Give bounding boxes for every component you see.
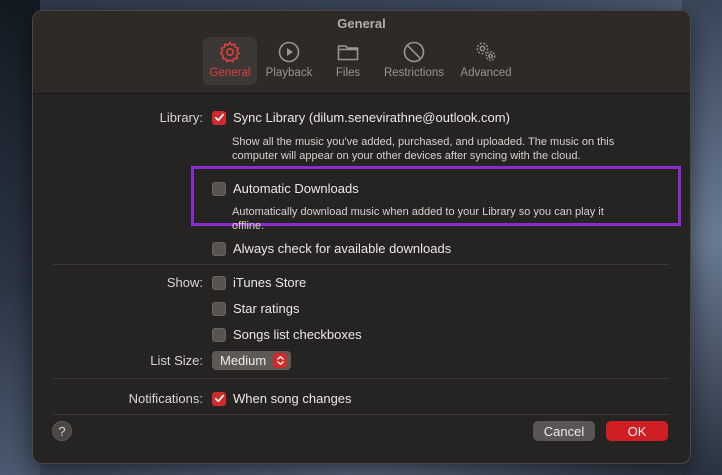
tab-files[interactable]: Files	[325, 37, 371, 85]
tab-label: Files	[335, 67, 361, 79]
notifications-label: Notifications:	[128, 391, 203, 406]
tab-playback[interactable]: Playback	[261, 37, 317, 85]
separator	[53, 414, 669, 415]
sync-library-description: Show all the music you've added, purchas…	[232, 136, 615, 162]
prohibited-icon	[403, 41, 425, 63]
songs-list-checkboxes-checkbox[interactable]	[212, 327, 226, 342]
tab-label: General	[209, 67, 251, 79]
always-check-checkbox[interactable]	[212, 241, 226, 256]
show-label: Show:	[166, 275, 203, 290]
checkmark-icon	[214, 394, 224, 403]
itunes-store-label: iTunes Store	[233, 275, 307, 290]
always-check-label: Always check for available downloads	[233, 241, 452, 256]
cancel-button[interactable]: Cancel	[533, 421, 595, 441]
tab-label: Advanced	[460, 67, 512, 79]
window-toolbar: General General Playback Files Restricti…	[33, 11, 690, 94]
songs-list-checkboxes-row[interactable]: Songs list checkboxes	[212, 327, 362, 342]
itunes-store-row[interactable]: iTunes Store	[212, 275, 306, 290]
when-song-changes-checkbox[interactable]	[212, 391, 226, 406]
separator	[53, 378, 669, 379]
automatic-downloads-row[interactable]: Automatic Downloads	[212, 181, 359, 196]
automatic-downloads-description: Automatically download music when added …	[232, 206, 604, 232]
preferences-window: General General Playback Files Restricti…	[32, 10, 691, 464]
tab-restrictions[interactable]: Restrictions	[381, 37, 447, 85]
window-title: General	[337, 16, 386, 31]
checkmark-icon	[214, 113, 224, 122]
sync-library-label: Sync Library (dilum.senevirathne@outlook…	[233, 110, 510, 125]
when-song-changes-row[interactable]: When song changes	[212, 391, 352, 406]
tab-advanced[interactable]: Advanced	[457, 37, 515, 85]
folder-icon	[337, 45, 359, 61]
star-ratings-row[interactable]: Star ratings	[212, 301, 299, 316]
automatic-downloads-label: Automatic Downloads	[233, 181, 359, 196]
list-size-label: List Size:	[150, 353, 203, 368]
tab-label: Restrictions	[383, 67, 445, 79]
when-song-changes-label: When song changes	[233, 391, 352, 406]
gears-icon	[476, 42, 496, 61]
separator	[53, 264, 669, 265]
library-label: Library:	[159, 110, 203, 125]
tab-general[interactable]: General	[203, 37, 257, 85]
star-ratings-checkbox[interactable]	[212, 301, 226, 316]
star-ratings-label: Star ratings	[233, 301, 300, 316]
sync-library-checkbox[interactable]	[212, 110, 226, 125]
list-size-row: Medium	[212, 351, 292, 370]
help-button[interactable]: ?	[52, 421, 72, 441]
list-size-popup[interactable]: Medium	[212, 351, 292, 370]
songs-list-checkboxes-label: Songs list checkboxes	[233, 327, 362, 342]
general-pane: Library: Sync Library (dilum.senevirathn…	[33, 94, 690, 463]
up-down-chevron-icon	[273, 353, 288, 368]
sync-library-row[interactable]: Sync Library (dilum.senevirathne@outlook…	[212, 110, 510, 125]
automatic-downloads-checkbox[interactable]	[212, 181, 226, 196]
itunes-store-checkbox[interactable]	[212, 275, 226, 290]
ok-button[interactable]: OK	[606, 421, 668, 441]
list-size-value: Medium	[220, 353, 267, 368]
play-circle-icon	[278, 41, 300, 63]
gear-icon	[219, 41, 241, 63]
always-check-row[interactable]: Always check for available downloads	[212, 241, 451, 256]
tab-label: Playback	[265, 67, 313, 79]
